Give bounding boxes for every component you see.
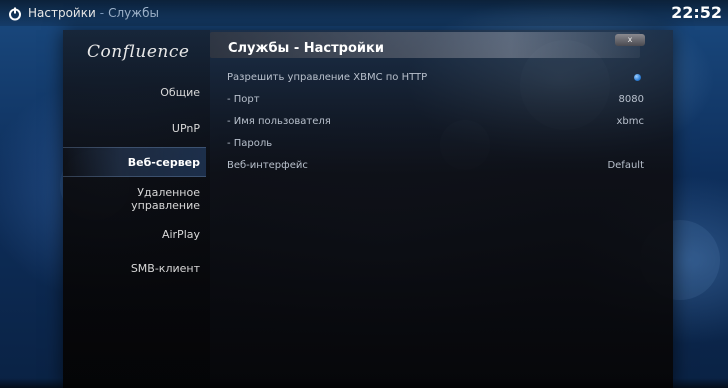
settings-window: Confluence Общие UPnP Веб-сервер Удаленн…	[63, 30, 673, 388]
breadcrumb-current: Службы	[108, 6, 159, 20]
breadcrumb-separator: -	[99, 6, 105, 20]
setting-port[interactable]: - Порт 8080	[227, 92, 644, 110]
setting-value: Default	[607, 160, 644, 171]
breadcrumb: Настройки - Службы	[28, 6, 159, 20]
setting-password[interactable]: - Пароль	[227, 136, 644, 154]
sidebar-item-airplay[interactable]: AirPlay	[63, 228, 206, 244]
sidebar: Confluence Общие UPnP Веб-сервер Удаленн…	[63, 30, 210, 388]
settings-content: Службы - Настройки x Разрешить управлени…	[210, 30, 673, 388]
bottom-strip	[0, 378, 728, 388]
setting-value: 8080	[618, 94, 644, 105]
sidebar-item-label: Веб-сервер	[127, 156, 200, 169]
breadcrumb-root[interactable]: Настройки	[28, 6, 96, 20]
radio-on-icon[interactable]	[634, 74, 641, 81]
setting-label: - Пароль	[227, 138, 273, 149]
sidebar-item-webserver[interactable]: Веб-сервер	[63, 147, 206, 177]
sidebar-item-label: SMB-клиент	[130, 262, 200, 275]
setting-label: Разрешить управление XBMC по HTTP	[227, 72, 428, 83]
dialog-title: Службы - Настройки	[228, 41, 384, 56]
power-icon[interactable]	[8, 6, 22, 21]
sidebar-item-remote-control[interactable]: Удаленное управление	[63, 186, 206, 214]
confluence-logo: Confluence	[87, 42, 190, 62]
dialog-header: Службы - Настройки x	[210, 32, 645, 58]
setting-web-interface[interactable]: Веб-интерфейс Default	[227, 158, 644, 176]
setting-username[interactable]: - Имя пользователя xbmc	[227, 114, 644, 132]
sidebar-item-label: Удаленное управление	[131, 186, 200, 212]
top-bar: Настройки - Службы 22:52	[0, 0, 728, 26]
sidebar-item-label: UPnP	[171, 122, 200, 135]
setting-value: xbmc	[616, 116, 644, 127]
setting-allow-http-control[interactable]: Разрешить управление XBMC по HTTP	[227, 70, 644, 88]
sidebar-item-upnp[interactable]: UPnP	[63, 122, 206, 138]
sidebar-item-general[interactable]: Общие	[63, 86, 206, 102]
sidebar-item-label: AirPlay	[161, 228, 200, 241]
setting-label: - Порт	[227, 94, 260, 105]
sidebar-item-label: Общие	[160, 86, 200, 99]
clock: 22:52	[671, 3, 722, 22]
sidebar-item-smb-client[interactable]: SMB-клиент	[63, 262, 206, 278]
setting-label: - Имя пользователя	[227, 116, 331, 127]
close-button[interactable]: x	[615, 34, 645, 46]
setting-label: Веб-интерфейс	[227, 160, 308, 171]
